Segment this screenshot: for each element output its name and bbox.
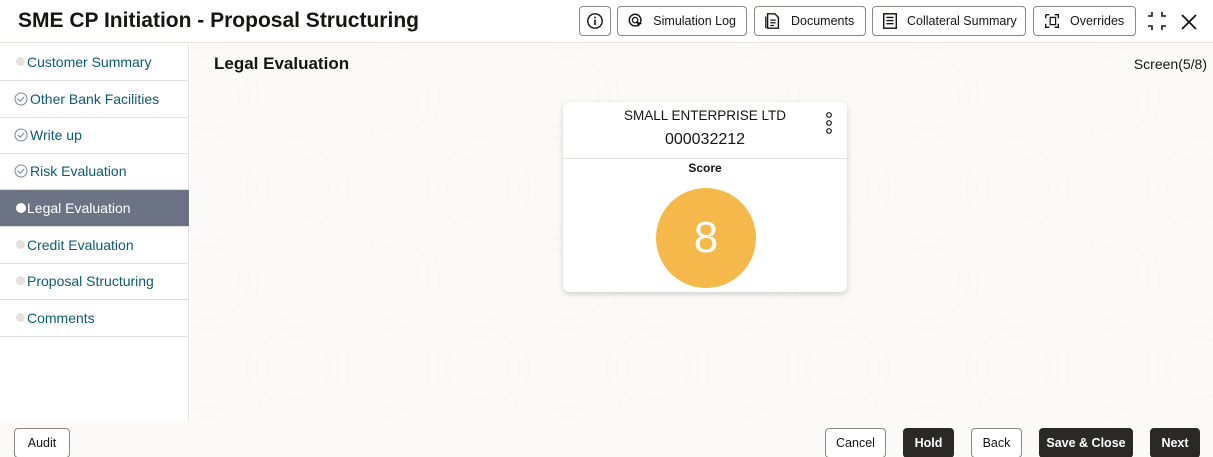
sidebar-item-label: Risk Evaluation (30, 163, 127, 179)
check-circle-icon (14, 128, 28, 142)
screen-indicator: Screen(5/8) (1133, 56, 1207, 72)
sidebar-item-credit-evaluation[interactable]: Credit Evaluation (0, 227, 189, 264)
footer-bar: Audit Cancel Hold Back Save & Close Next (0, 421, 1213, 457)
sidebar-item-label: Customer Summary (27, 54, 152, 70)
score-card: SMALL ENTERPRISE LTD 000032212 Score 8 (563, 102, 847, 292)
documents-label: Documents (791, 14, 855, 28)
app-header: SME CP Initiation - Proposal Structuring… (0, 0, 1213, 43)
expand-icon[interactable] (1146, 10, 1168, 32)
pending-dot-icon (14, 55, 28, 69)
sidebar-item-legal-evaluation[interactable]: Legal Evaluation (0, 190, 189, 227)
audit-button[interactable]: Audit (14, 428, 70, 457)
pending-dot-icon (14, 311, 28, 325)
sidebar-item-write-up[interactable]: Write up (0, 117, 189, 154)
main-content: Legal Evaluation Screen(5/8) SMALL ENTER… (190, 44, 1213, 421)
card-divider (563, 158, 847, 159)
sidebar-item-label: Comments (27, 310, 95, 326)
sidebar-item-risk-evaluation[interactable]: Risk Evaluation (0, 153, 189, 190)
more-options-icon[interactable] (822, 110, 836, 136)
documents-icon (763, 11, 783, 31)
active-dot-icon (14, 201, 28, 215)
customer-id: 000032212 (664, 131, 746, 148)
check-circle-icon (14, 92, 28, 106)
info-button[interactable] (579, 6, 611, 36)
close-icon[interactable] (1179, 10, 1199, 32)
score-badge: 8 (656, 188, 756, 288)
sidebar-item-comments[interactable]: Comments (0, 300, 189, 337)
sidebar-item-label: Credit Evaluation (27, 237, 134, 253)
check-circle-icon (14, 164, 28, 178)
sidebar-item-other-bank-facilities[interactable]: Other Bank Facilities (0, 81, 189, 118)
train-stop-sidebar: Customer Summary Other Bank Facilities W… (0, 44, 189, 421)
simulation-log-button[interactable]: Simulation Log (617, 6, 747, 36)
info-icon (585, 11, 605, 31)
pending-dot-icon (14, 238, 28, 252)
collateral-summary-label: Collateral Summary (907, 14, 1017, 28)
collateral-summary-button[interactable]: Collateral Summary (872, 6, 1026, 36)
collateral-summary-icon (881, 11, 899, 31)
pending-dot-icon (14, 274, 28, 288)
customer-name: SMALL ENTERPRISE LTD (623, 108, 787, 123)
sidebar-item-label: Proposal Structuring (27, 273, 154, 289)
hold-button[interactable]: Hold (903, 428, 954, 457)
sidebar-item-proposal-structuring[interactable]: Proposal Structuring (0, 263, 189, 300)
simulation-log-label: Simulation Log (653, 14, 736, 28)
page-title: SME CP Initiation - Proposal Structuring (18, 9, 419, 32)
cancel-button[interactable]: Cancel (825, 428, 886, 457)
documents-button[interactable]: Documents (754, 6, 866, 36)
simulation-log-icon (626, 11, 645, 31)
overrides-icon (1042, 11, 1062, 31)
sidebar-item-label: Other Bank Facilities (30, 91, 160, 107)
score-label: Score (688, 161, 722, 175)
sidebar-item-label: Legal Evaluation (27, 200, 131, 216)
sidebar-item-label: Write up (30, 127, 82, 143)
back-button[interactable]: Back (971, 428, 1022, 457)
overrides-button[interactable]: Overrides (1033, 6, 1136, 36)
section-title: Legal Evaluation (214, 54, 350, 73)
save-and-close-button[interactable]: Save & Close (1039, 428, 1133, 457)
sidebar-item-customer-summary[interactable]: Customer Summary (0, 44, 189, 81)
overrides-label: Overrides (1070, 14, 1125, 28)
next-button[interactable]: Next (1150, 428, 1200, 457)
